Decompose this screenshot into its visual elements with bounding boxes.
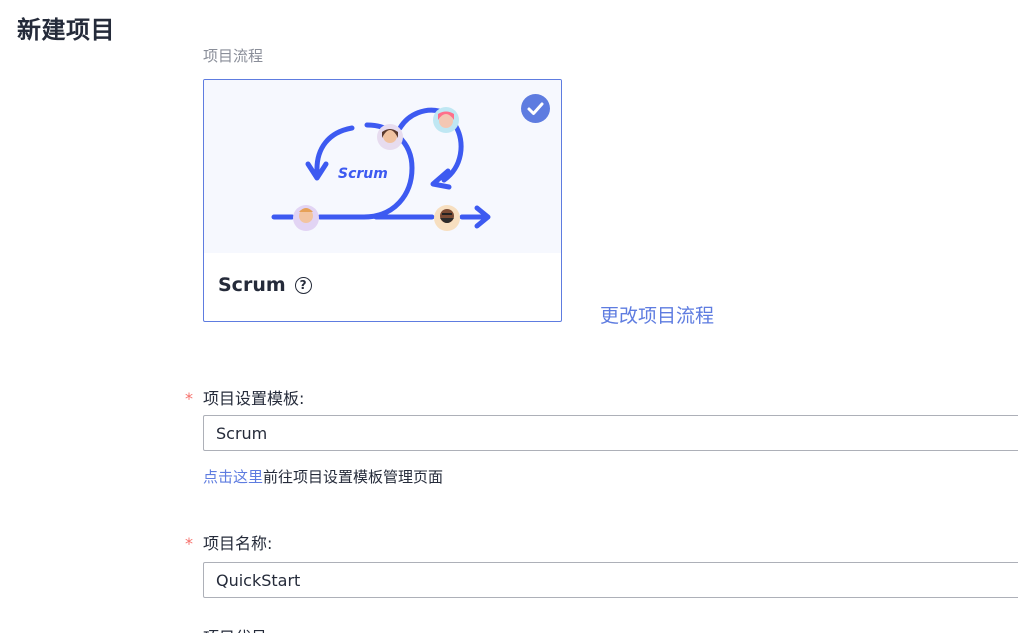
- project-code-label: 项目代号: [203, 624, 267, 633]
- avatar-icon: [377, 124, 403, 150]
- template-hint-text: 前往项目设置模板管理页面: [263, 468, 444, 486]
- illustration-label: Scrum: [338, 166, 388, 182]
- scrum-illustration: Scrum: [204, 80, 561, 253]
- change-process-link[interactable]: 更改项目流程: [600, 301, 714, 328]
- avatar-icon: [434, 205, 460, 231]
- template-field-label: * 项目设置模板:: [185, 385, 304, 409]
- name-label-text: 项目名称:: [203, 534, 273, 553]
- template-select[interactable]: [203, 415, 1018, 451]
- template-manage-link[interactable]: 点击这里: [203, 468, 263, 486]
- avatar-icon: [433, 107, 459, 133]
- required-mark: *: [185, 389, 193, 408]
- help-icon[interactable]: ?: [294, 276, 312, 294]
- required-mark: *: [185, 534, 193, 553]
- template-hint: 点击这里前往项目设置模板管理页面: [203, 466, 443, 487]
- selected-check-icon: [521, 94, 550, 123]
- name-field-label: * 项目名称:: [185, 530, 272, 554]
- page-title: 新建项目: [17, 16, 115, 44]
- project-name-input[interactable]: [203, 562, 1018, 598]
- process-card-name: Scrum: [218, 274, 286, 296]
- template-label-text: 项目设置模板:: [203, 389, 305, 408]
- process-section-label: 项目流程: [203, 47, 264, 65]
- process-card-scrum[interactable]: Scrum Scrum ?: [203, 79, 562, 322]
- avatar-icon: [293, 205, 319, 231]
